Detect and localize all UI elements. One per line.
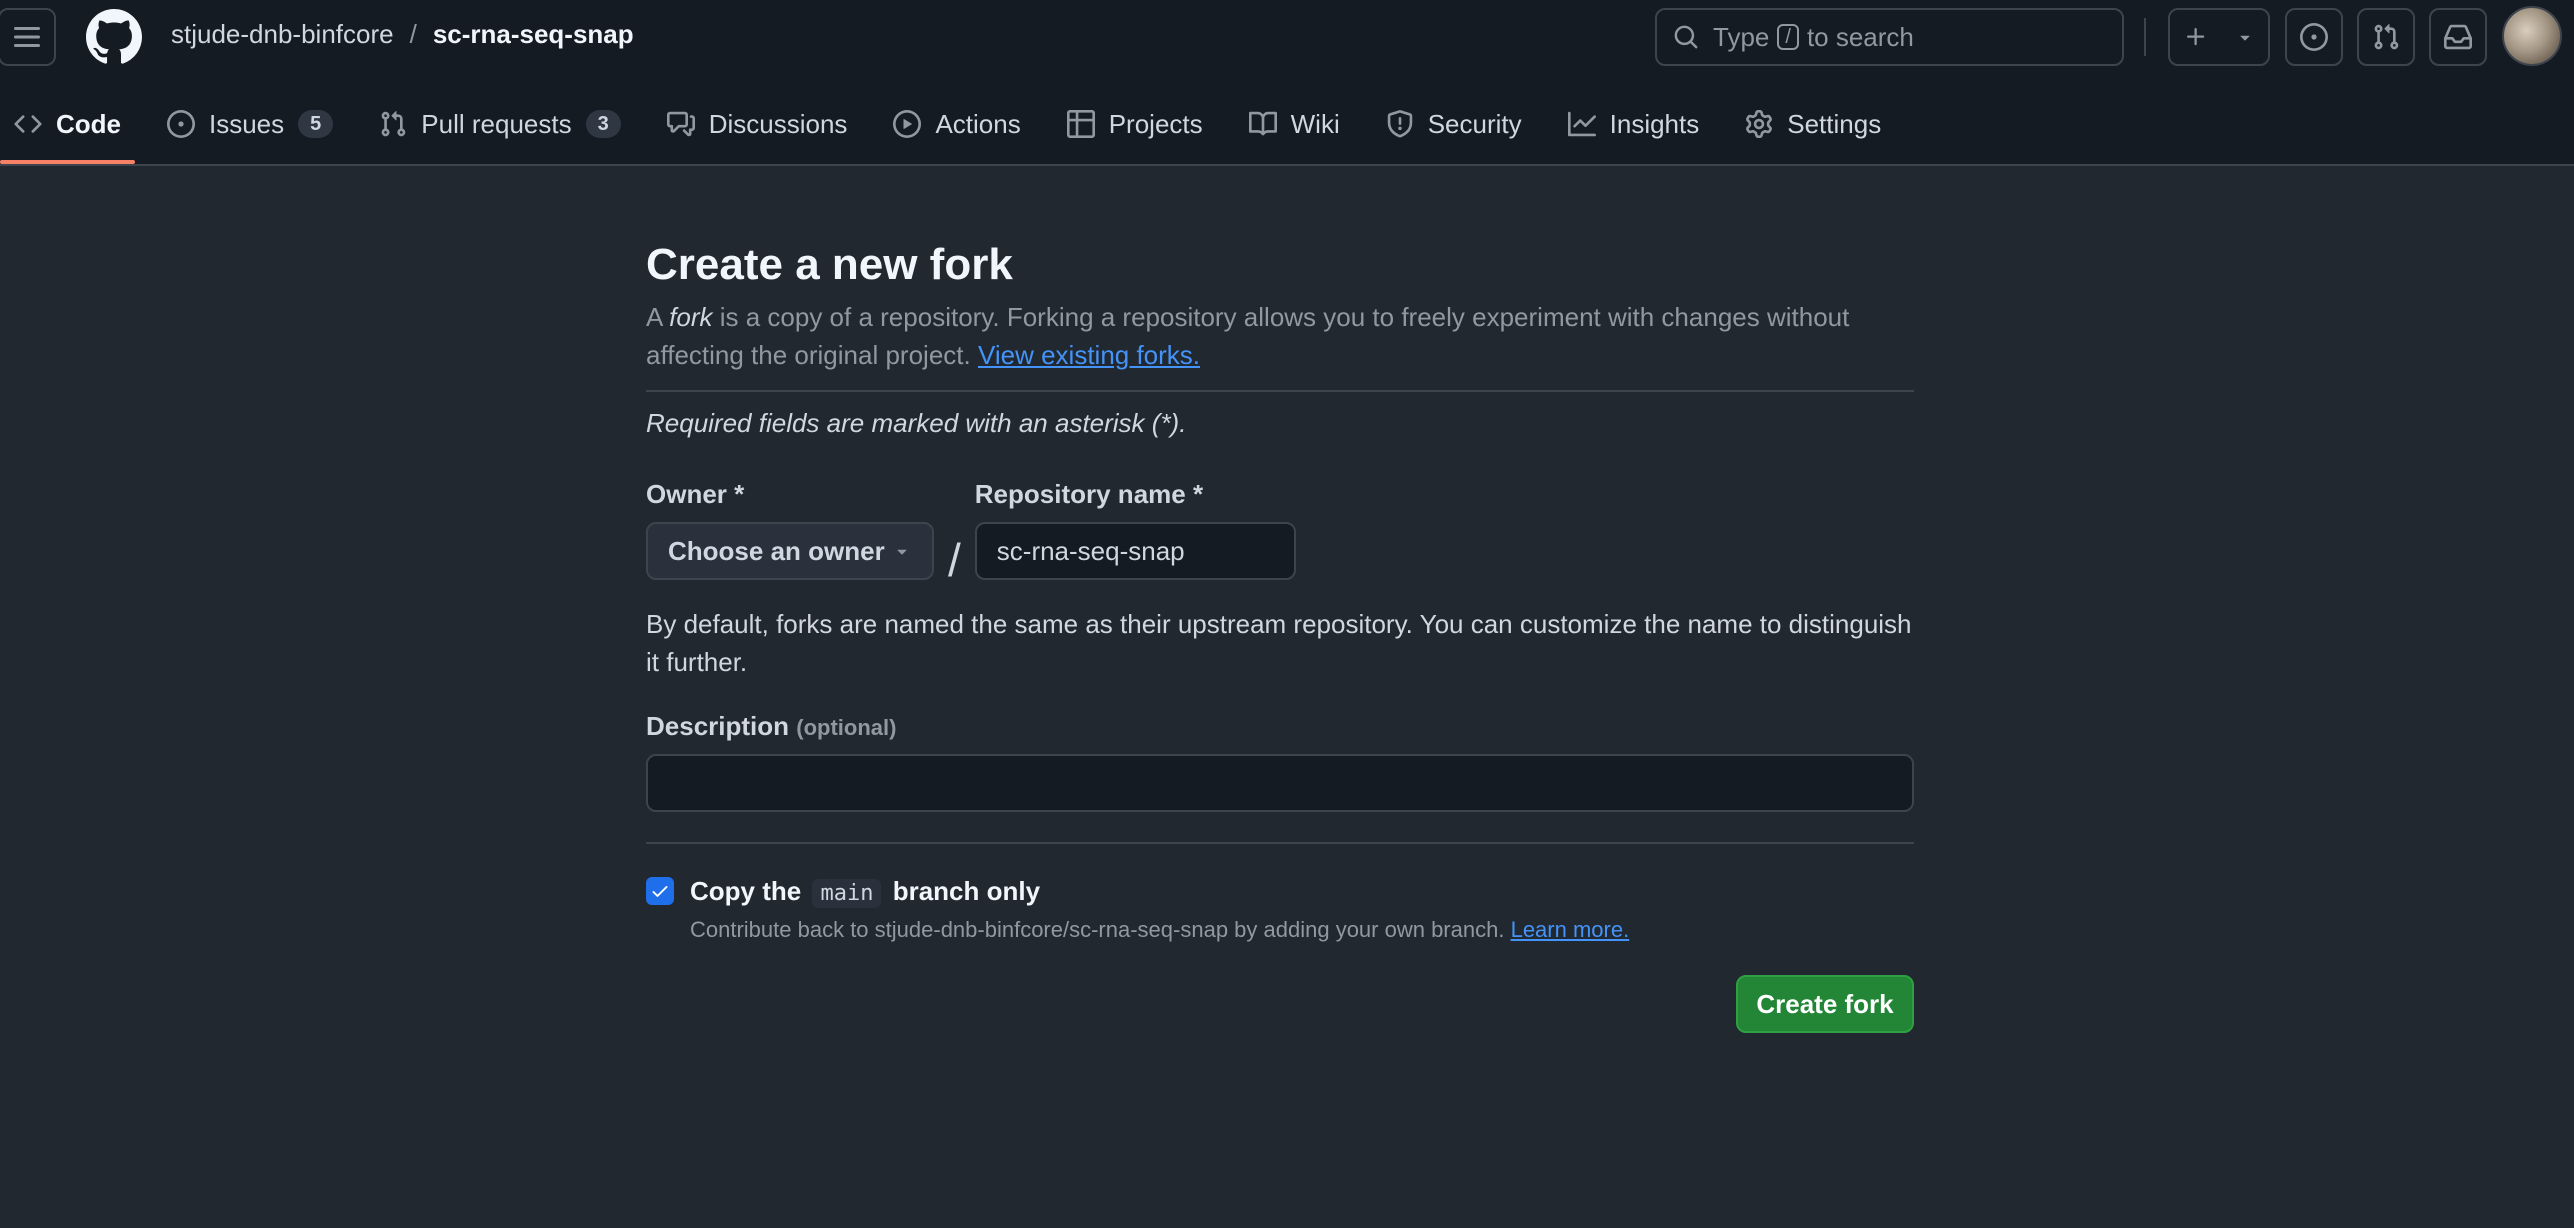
owner-field: Owner * Choose an owner [646, 479, 934, 580]
triangle-down-icon [897, 549, 907, 555]
inbox-icon [2444, 24, 2472, 50]
owner-repo-separator: / [948, 534, 961, 586]
issues-count-badge: 5 [298, 110, 334, 138]
view-existing-forks-link[interactable]: View existing forks. [978, 340, 1200, 370]
create-fork-button[interactable]: Create fork [1736, 975, 1914, 1033]
triangle-down-icon [2239, 35, 2250, 41]
search-input[interactable]: Type / to search [1655, 8, 2124, 66]
repo-name-input[interactable]: sc-rna-seq-snap [974, 522, 1296, 580]
search-shortcut-key: / [1777, 24, 1799, 50]
global-nav: stjude-dnb-binfcore / sc-rna-seq-snap Ty… [0, 0, 2574, 74]
inbox-button[interactable] [2429, 8, 2487, 66]
branch-name-code: main [812, 879, 882, 908]
tab-code-label: Code [56, 108, 121, 139]
issues-button[interactable] [2285, 8, 2343, 66]
tab-actions-label: Actions [935, 108, 1021, 139]
lead-fork-word: fork [669, 302, 713, 332]
copy-main-branch-caption: Contribute back to stjude-dnb-binfcore/s… [690, 917, 1914, 943]
copy-main-branch-option: Copy the main branch only [646, 876, 1914, 908]
required-fields-note: Required fields are marked with an aster… [646, 408, 1187, 438]
lead-text: is a copy of a repository. Forking a rep… [646, 302, 1850, 370]
description-label-text: Description [646, 711, 790, 741]
tab-discussions[interactable]: Discussions [653, 98, 862, 150]
description-label: Description (optional) [646, 711, 1914, 742]
code-icon [14, 115, 42, 133]
owner-select-value: Choose an owner [668, 535, 885, 566]
description-field: Description (optional) [646, 711, 1914, 812]
tab-insights-label: Insights [1609, 108, 1700, 139]
tab-security-label: Security [1427, 108, 1522, 139]
comment-discussion-icon [666, 111, 695, 137]
git-pull-request-icon [2374, 24, 2399, 50]
check-icon [652, 886, 668, 897]
issue-opened-icon [2300, 23, 2328, 51]
search-placeholder-prefix: Type [1713, 21, 1770, 52]
repo-name-label: Repository name * [974, 479, 1204, 509]
search-placeholder-suffix: to search [1806, 21, 1914, 52]
tab-settings-label: Settings [1787, 108, 1882, 139]
tab-insights[interactable]: Insights [1554, 98, 1714, 150]
tab-projects-label: Projects [1108, 108, 1203, 139]
owner-label: Owner * [646, 479, 745, 509]
pull-requests-button[interactable] [2357, 8, 2415, 66]
header-divider [2144, 18, 2146, 56]
tab-code[interactable]: Code [0, 98, 135, 164]
git-pull-request-icon [381, 111, 406, 137]
book-icon [1248, 111, 1277, 136]
gear-icon [1746, 110, 1773, 138]
user-avatar[interactable] [2502, 6, 2562, 66]
owner-select[interactable]: Choose an owner [646, 522, 934, 580]
plus-icon [2186, 28, 2204, 46]
issue-opened-icon [167, 110, 195, 138]
copy-label-prefix: Copy the [690, 876, 802, 906]
page-title: Create a new fork [646, 240, 1013, 289]
play-icon [893, 110, 922, 138]
divider [646, 842, 1914, 844]
search-icon [1674, 25, 1698, 49]
breadcrumb: stjude-dnb-binfcore / sc-rna-seq-snap [171, 19, 634, 50]
tab-issues-label: Issues [209, 108, 285, 139]
table-icon [1066, 110, 1095, 138]
lead-prefix: A [646, 302, 662, 332]
tab-wiki[interactable]: Wiki [1235, 98, 1354, 150]
app-header: stjude-dnb-binfcore / sc-rna-seq-snap Ty… [0, 0, 2574, 166]
tab-issues[interactable]: Issues 5 [153, 98, 347, 150]
description-input[interactable] [646, 754, 1914, 812]
github-logo[interactable] [86, 9, 142, 65]
tab-security[interactable]: Security [1372, 98, 1536, 150]
breadcrumb-owner[interactable]: stjude-dnb-binfcore [171, 19, 394, 50]
breadcrumb-repo[interactable]: sc-rna-seq-snap [433, 19, 634, 50]
create-new-button[interactable] [2168, 8, 2270, 66]
tab-settings[interactable]: Settings [1731, 98, 1895, 150]
description-optional-hint: (optional) [796, 715, 897, 740]
copy-main-branch-checkbox[interactable] [646, 877, 674, 905]
repo-name-field: Repository name * sc-rna-seq-snap [974, 479, 1296, 580]
fork-description: A fork is a copy of a repository. Forkin… [646, 298, 1914, 374]
tab-projects[interactable]: Projects [1053, 98, 1217, 150]
learn-more-link[interactable]: Learn more. [1511, 917, 1630, 942]
copy-label-suffix: branch only [892, 876, 1041, 906]
repo-tabs: Code Issues 5 Pull requests 3 Discussion… [0, 98, 1913, 166]
breadcrumb-separator: / [409, 19, 417, 49]
tab-wiki-label: Wiki [1290, 108, 1340, 139]
pull-requests-count-badge: 3 [585, 110, 621, 138]
fork-form: Create a new fork A fork is a copy of a … [646, 240, 1914, 943]
repo-name-hint: By default, forks are named the same as … [646, 609, 1912, 677]
tab-pull-requests[interactable]: Pull requests 3 [365, 98, 634, 150]
tab-discussions-label: Discussions [708, 108, 848, 139]
copy-caption-text: Contribute back to stjude-dnb-binfcore/s… [690, 917, 1505, 942]
tab-pull-requests-label: Pull requests [421, 108, 572, 139]
shield-icon [1387, 110, 1412, 138]
hamburger-icon [14, 27, 40, 47]
graph-icon [1567, 111, 1596, 137]
owner-repo-row: Owner * Choose an owner / Repository nam… [646, 479, 1914, 589]
copy-main-branch-label[interactable]: Copy the main branch only [690, 876, 1041, 908]
menu-button[interactable] [0, 8, 56, 66]
divider [646, 390, 1914, 392]
tab-actions[interactable]: Actions [879, 98, 1034, 150]
